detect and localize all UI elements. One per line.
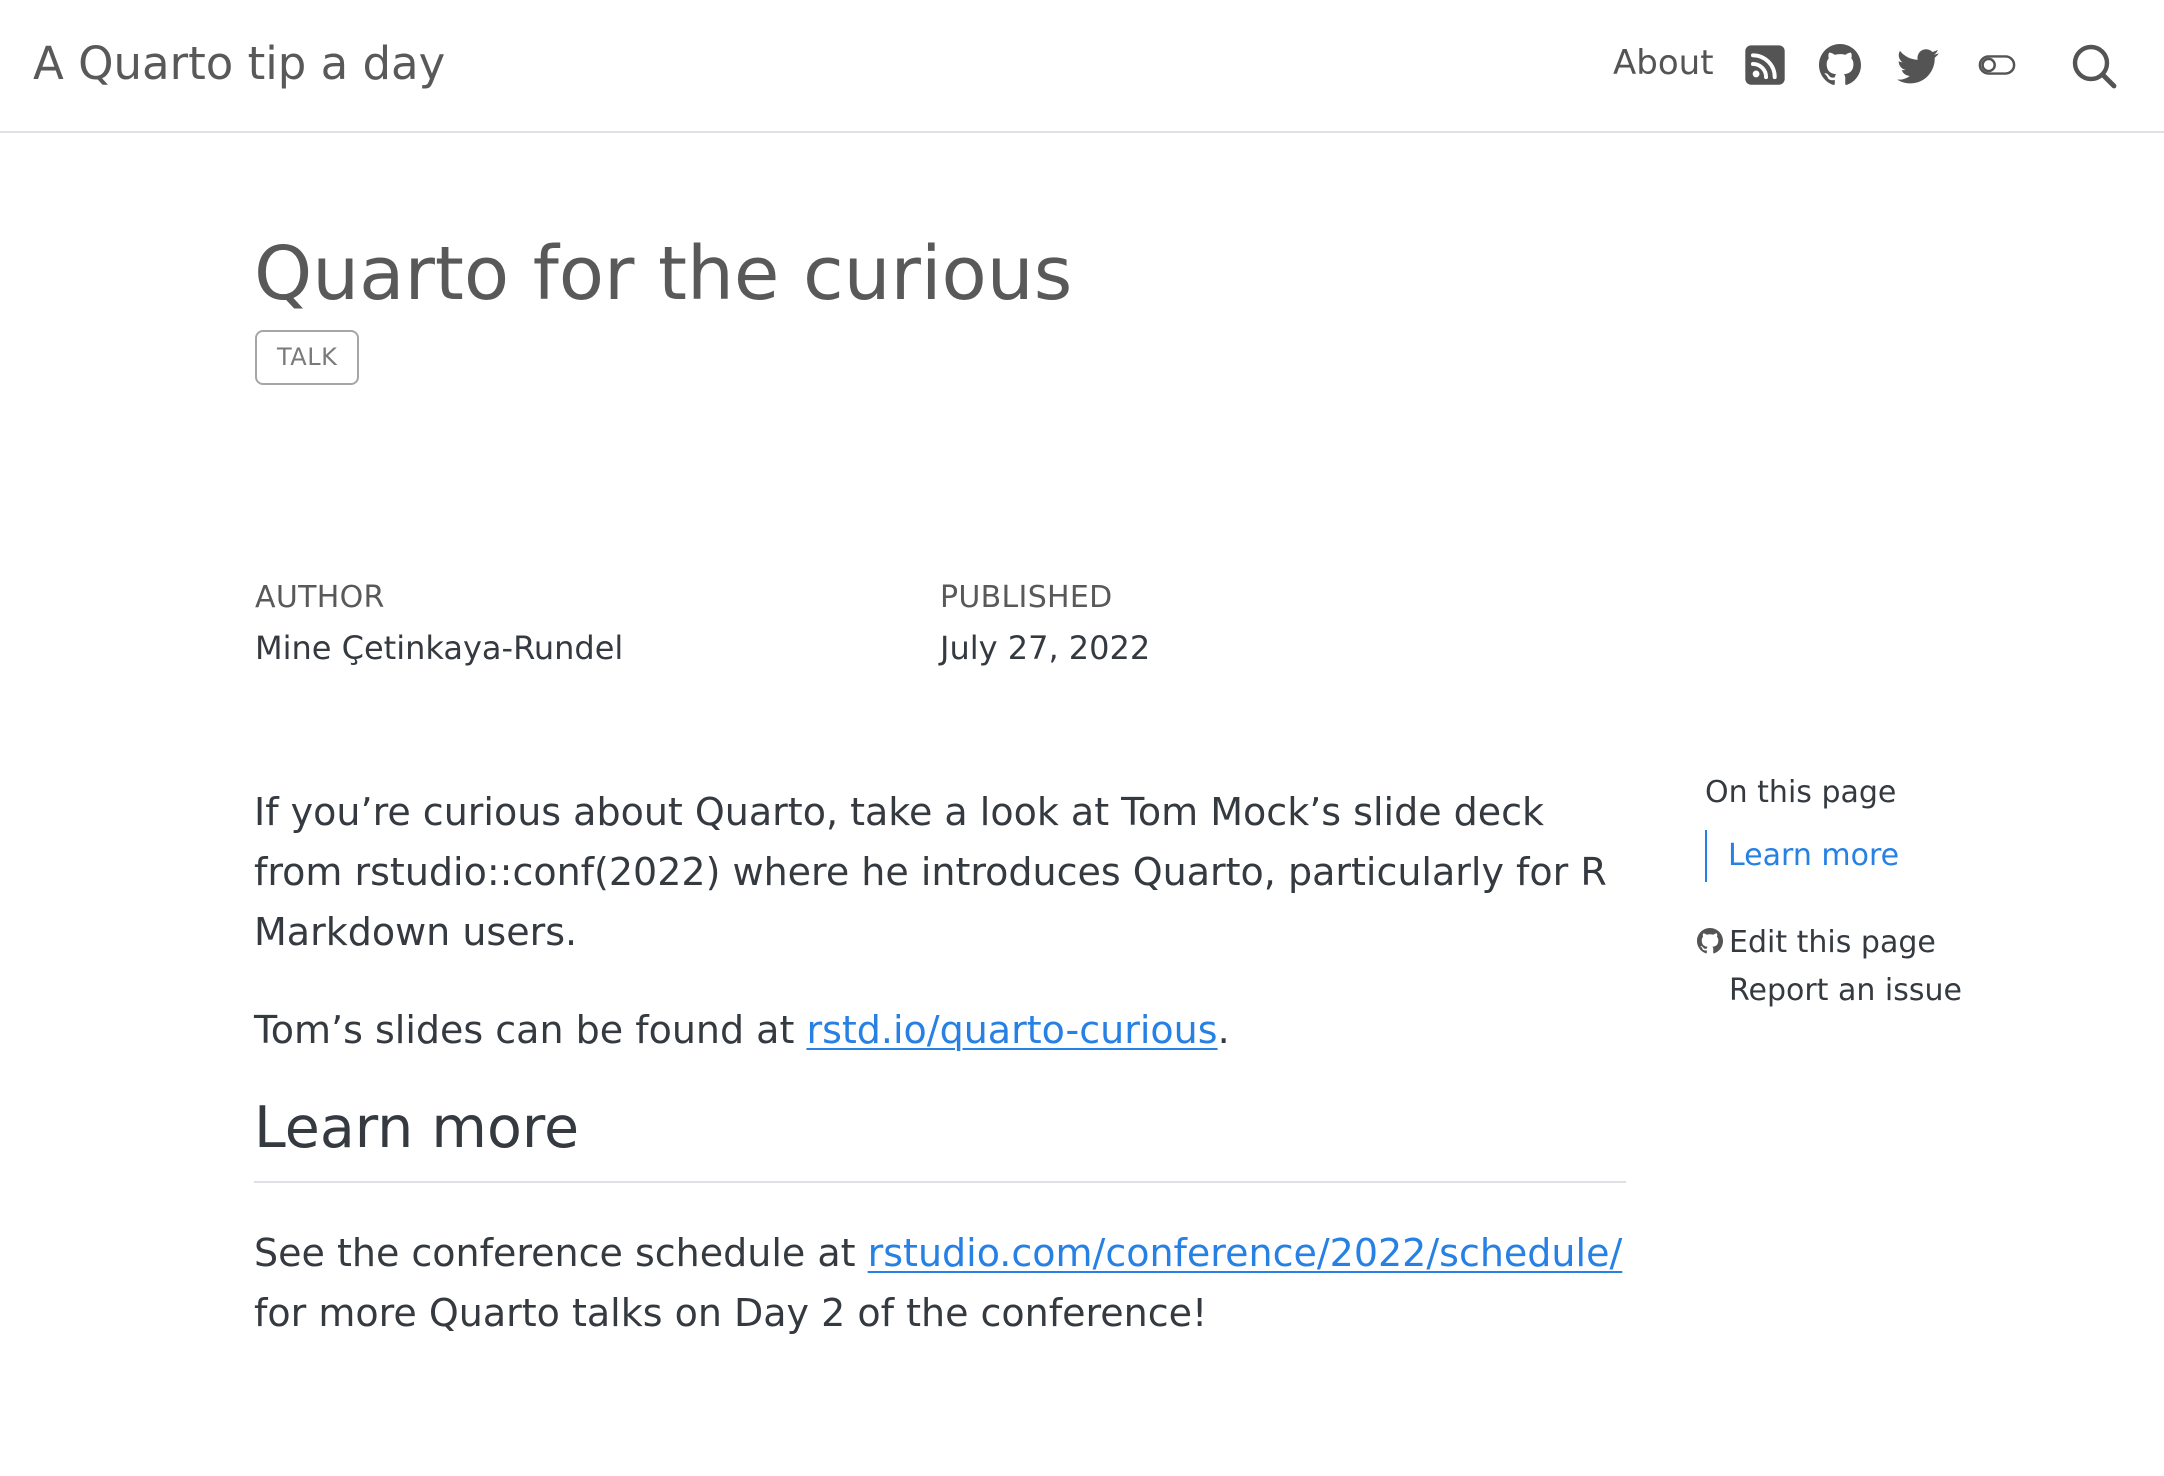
toc-item-learn-more[interactable]: Learn more	[1728, 836, 1899, 876]
github-icon[interactable]	[1819, 44, 1861, 86]
toc-title: On this page	[1705, 775, 1897, 810]
author-heading: AUTHOR	[255, 580, 385, 615]
nav-about-link[interactable]: About	[1613, 42, 1714, 84]
navbar: A Quarto tip a day About	[0, 0, 2164, 133]
toc-active-indicator	[1705, 830, 1707, 882]
twitter-icon[interactable]	[1897, 44, 1939, 86]
slides-link[interactable]: rstd.io/quarto-curious	[806, 1008, 1217, 1052]
toggle-icon[interactable]	[1978, 48, 2016, 82]
slides-text-before: Tom’s slides can be found at	[254, 1008, 807, 1052]
slides-paragraph: Tom’s slides can be found at rstd.io/qua…	[254, 1000, 1644, 1060]
report-issue-link[interactable]: Report an issue	[1729, 972, 1962, 1010]
search-icon[interactable]	[2070, 42, 2118, 90]
github-icon	[1697, 928, 1723, 954]
published-heading: PUBLISHED	[940, 580, 1113, 615]
schedule-text-after: for more Quarto talks on Day 2 of the co…	[254, 1291, 1208, 1335]
rss-icon[interactable]	[1744, 44, 1786, 86]
schedule-paragraph: See the conference schedule at rstudio.c…	[254, 1223, 1644, 1343]
slides-text-after: .	[1217, 1008, 1230, 1052]
learn-more-heading: Learn more	[254, 1095, 580, 1161]
published-date: July 27, 2022	[940, 629, 1151, 667]
intro-paragraph: If you’re curious about Quarto, take a l…	[254, 790, 1607, 954]
schedule-text-before: See the conference schedule at	[254, 1231, 868, 1275]
category-badge[interactable]: TALK	[255, 330, 360, 385]
author-name: Mine Çetinkaya-Rundel	[255, 629, 624, 667]
page-title: Quarto for the curious	[254, 231, 1073, 317]
section-divider	[254, 1181, 1626, 1183]
edit-page-link[interactable]: Edit this page	[1729, 924, 1936, 962]
schedule-link[interactable]: rstudio.com/conference/2022/schedule/	[868, 1231, 1623, 1275]
site-title[interactable]: A Quarto tip a day	[33, 36, 445, 92]
